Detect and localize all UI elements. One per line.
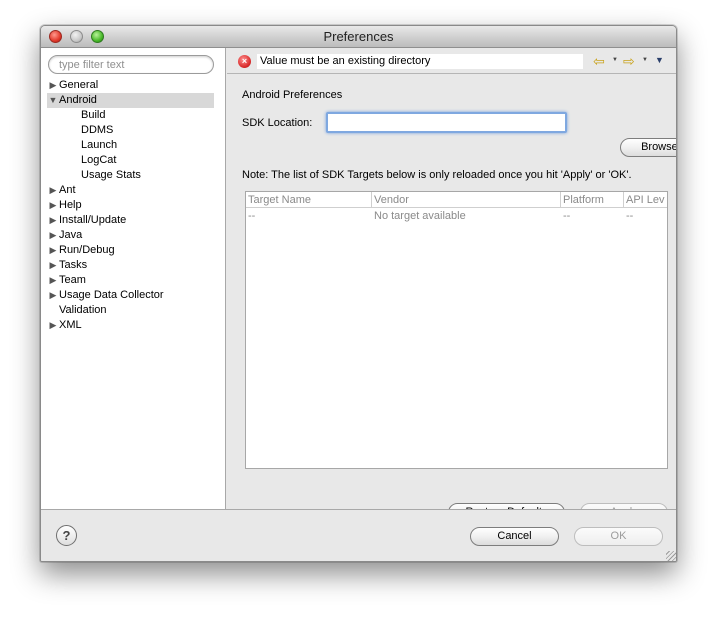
column-api-level[interactable]: API Lev [624,192,667,208]
tree-item-label: Team [59,274,86,286]
sdk-location-input[interactable] [326,112,567,133]
collapsed-triangle-icon[interactable]: ▶ [47,243,59,258]
tree-item-general[interactable]: ▶ General [47,78,214,93]
back-history-chevron-down-icon[interactable]: ▼ [612,57,618,63]
tree-item-label: Android [59,94,97,106]
collapsed-triangle-icon[interactable]: ▶ [47,198,59,213]
tree-item-ant[interactable]: ▶ Ant [47,183,214,198]
tree-item-label: Java [59,229,83,241]
tree-item-java[interactable]: ▶ Java [47,228,214,243]
collapsed-triangle-icon[interactable]: ▶ [47,183,59,198]
table-header: Target Name Vendor Platform API Lev [246,192,667,208]
tree-item-label: Build [81,109,106,121]
preference-tree-pane: ▶General▼AndroidBuildDDMSLaunchLogCatUsa… [41,48,226,509]
back-arrow-icon[interactable]: ⇦ [593,53,605,69]
tree-item-label: General [59,79,99,91]
browse-button[interactable]: Browse... [620,138,676,157]
ok-button[interactable]: OK [574,527,663,546]
tree-item-help[interactable]: ▶ Help [47,198,214,213]
collapsed-triangle-icon[interactable]: ▶ [47,273,59,288]
tree-item-label: Ant [59,184,76,196]
tree-item-team[interactable]: ▶ Team [47,273,214,288]
cancel-button[interactable]: Cancel [470,527,559,546]
column-target-name[interactable]: Target Name [246,192,372,208]
sdk-targets-table: Target Name Vendor Platform API Lev -- N… [245,191,668,469]
sdk-location-label: SDK Location: [242,117,313,129]
message-bar: × Value must be an existing directory ⇦ … [227,48,676,74]
cell-api-level: -- [626,210,634,222]
tree-item-xml[interactable]: ▶ XML [47,318,214,333]
tree-item-label: Usage Stats [81,169,141,181]
tree-item-label: Launch [81,139,118,151]
error-message: Value must be an existing directory [257,54,583,69]
table-row[interactable]: -- No target available -- -- [246,208,667,224]
filter-input[interactable] [48,55,214,74]
tree-item-label: Usage Data Collector [59,289,164,301]
tree-item-build[interactable]: Build [47,108,214,123]
tree-item-launch[interactable]: Launch [47,138,214,153]
tree-item-usage-data-collector[interactable]: ▶ Usage Data Collector [47,288,214,303]
tree-item-usage-stats[interactable]: Usage Stats [47,168,214,183]
tree-item-label: Run/Debug [59,244,115,256]
page-title: Android Preferences [242,89,343,101]
tree-item-label: Tasks [59,259,88,271]
collapsed-triangle-icon[interactable]: ▶ [47,228,59,243]
column-platform[interactable]: Platform [561,192,624,208]
view-menu-icon[interactable]: ▼ [655,55,664,65]
window-title: Preferences [323,29,394,44]
tree-item-android[interactable]: ▼ Android [47,93,214,108]
error-icon: × [238,55,251,68]
tree-item-run-debug[interactable]: ▶ Run/Debug [47,243,214,258]
collapsed-triangle-icon[interactable]: ▶ [47,288,59,303]
tree-item-tasks[interactable]: ▶ Tasks [47,258,214,273]
collapsed-triangle-icon[interactable]: ▶ [47,78,59,93]
column-vendor[interactable]: Vendor [372,192,561,208]
sdk-note: Note: The list of SDK Targets below is o… [242,169,632,181]
help-icon[interactable]: ? [56,525,77,546]
tree-item-install-update[interactable]: ▶ Install/Update [47,213,214,228]
tree-item-label: Validation [59,304,107,316]
cell-platform: -- [563,210,571,222]
tree-item-ddms[interactable]: DDMS [47,123,214,138]
tree-item-logcat[interactable]: LogCat [47,153,214,168]
collapsed-triangle-icon[interactable]: ▶ [47,318,59,333]
dialog-button-bar: ? Cancel OK [41,509,676,561]
resize-grip-icon[interactable] [666,551,676,561]
collapsed-triangle-icon[interactable]: ▶ [47,258,59,273]
expanded-triangle-icon[interactable]: ▼ [47,93,59,108]
cell-vendor: No target available [374,210,466,222]
forward-arrow-icon[interactable]: ⇨ [623,53,635,69]
tree-item-label: Help [59,199,82,211]
preferences-window: Preferences ▶General▼AndroidBuildDDMSLau… [40,25,677,562]
cell-target-name: -- [248,210,256,222]
tree-item-validation[interactable]: Validation [47,303,214,318]
preference-tree: ▶ General ▼ Android Build DDMS Launch LogCat Usa… [47,78,214,333]
title-bar[interactable]: Preferences [41,26,676,48]
preference-page: × Value must be an existing directory ⇦ … [227,48,676,522]
collapsed-triangle-icon[interactable]: ▶ [47,213,59,228]
tree-item-label: XML [59,319,82,331]
forward-history-chevron-down-icon[interactable]: ▼ [642,57,648,63]
tree-item-label: DDMS [81,124,114,136]
tree-item-label: LogCat [81,154,117,166]
tree-item-label: Install/Update [59,214,127,226]
